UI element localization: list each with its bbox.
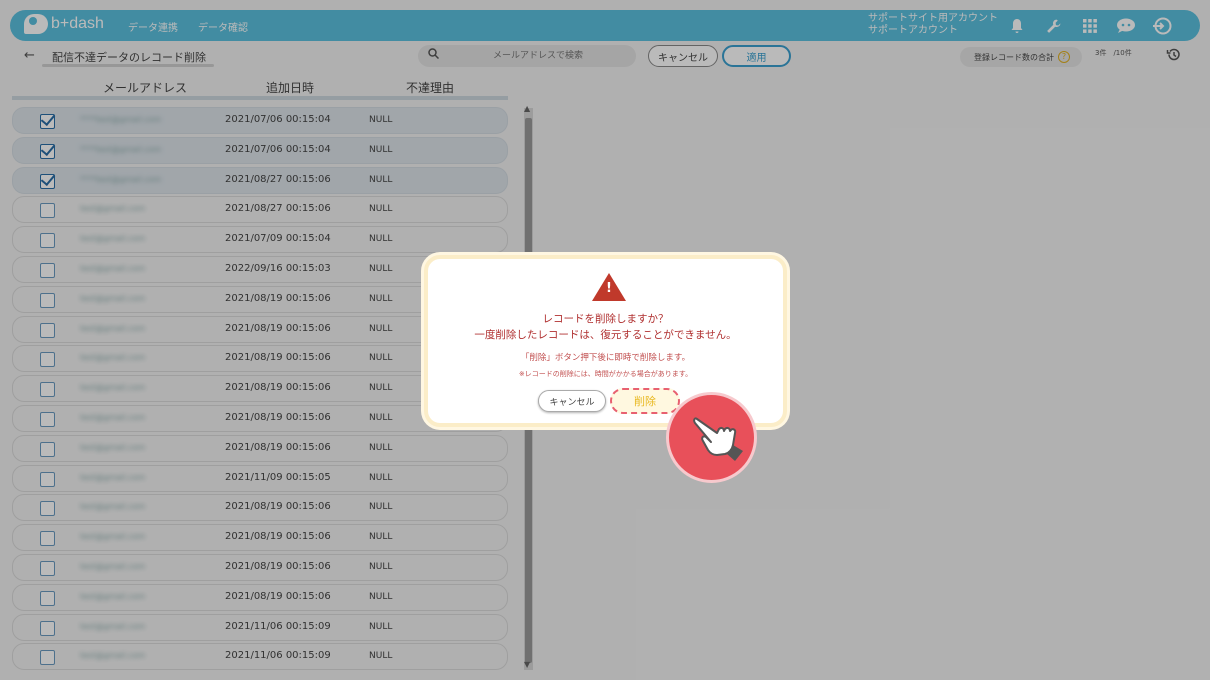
dialog-message: レコードを削除しますか？ bbox=[542, 313, 669, 325]
dialog-subnote: ※レコードの削除には、時間がかかる場合があります。 bbox=[518, 370, 693, 378]
dialog-note: 「削除」ボタン押下後に即時で削除します。 bbox=[520, 353, 691, 363]
dialog-delete-button[interactable]: 削除 bbox=[610, 388, 680, 414]
dialog-warning: 一度削除したレコードは、復元することができません。 bbox=[474, 329, 737, 341]
dialog-cancel-button[interactable]: キャンセル bbox=[538, 390, 606, 412]
warning-mark: ! bbox=[606, 281, 612, 296]
pointer-hand-icon bbox=[666, 392, 757, 483]
